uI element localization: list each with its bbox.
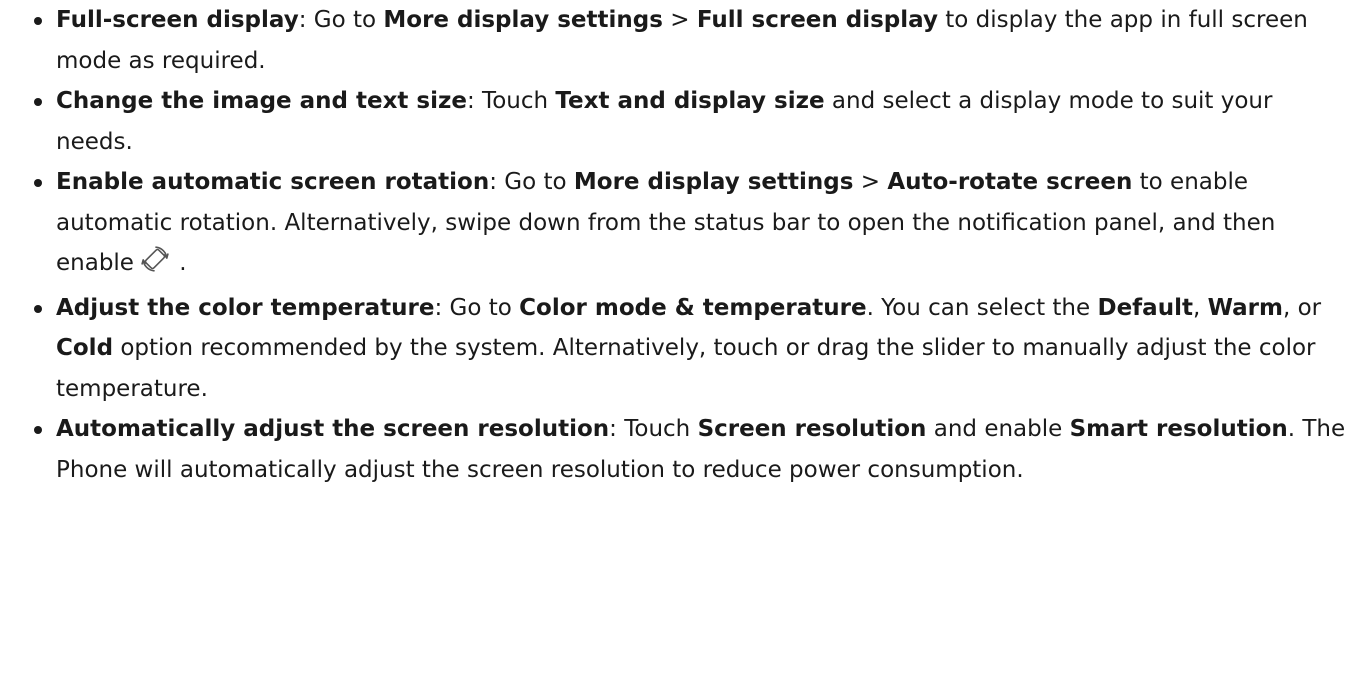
bullet-dot <box>34 98 42 106</box>
item-text: : Go to <box>434 294 520 321</box>
menu-path-more-display-settings: More display settings <box>573 169 854 195</box>
option-cold: Cold <box>56 335 114 361</box>
item-text: , or <box>1282 294 1322 321</box>
menu-path-color-mode-temperature: Color mode & temperature <box>519 294 867 321</box>
option-smart-resolution: Smart resolution <box>1069 416 1288 442</box>
item-title: Enable automatic screen rotation <box>56 169 490 195</box>
path-separator: > <box>853 169 888 195</box>
menu-path-text-and-display-size: Text and display size <box>555 88 825 114</box>
item-text: , <box>1192 294 1208 321</box>
menu-path-full-screen-display: Full screen display <box>696 7 938 33</box>
bullet-list: Full-screen display: Go to More display … <box>34 0 1370 490</box>
item-title: Change the image and text size <box>56 88 467 114</box>
item-text: : Touch <box>467 88 556 114</box>
item-text: option recommended by the system. Altern… <box>56 335 1316 402</box>
list-item-auto-rotation: Enable automatic screen rotation: Go to … <box>34 162 1354 288</box>
item-text: and enable <box>926 416 1070 442</box>
list-item-screen-resolution: Automatically adjust the screen resoluti… <box>34 409 1354 490</box>
document-page: Full-screen display: Go to More display … <box>0 0 1370 682</box>
auto-rotate-icon <box>140 244 170 288</box>
menu-path-screen-resolution: Screen resolution <box>697 416 927 442</box>
menu-path-more-display-settings: More display settings <box>383 7 663 33</box>
list-item-color-temperature: Adjust the color temperature: Go to Colo… <box>34 288 1354 410</box>
item-title: Automatically adjust the screen resoluti… <box>56 416 610 442</box>
item-text: : Go to <box>489 169 574 195</box>
list-item-full-screen-display: Full-screen display: Go to More display … <box>34 0 1354 81</box>
path-separator: > <box>662 7 697 33</box>
item-title: Adjust the color temperature <box>56 294 435 321</box>
bullet-dot <box>34 304 42 313</box>
item-text: : Go to <box>298 7 384 33</box>
item-text: . <box>171 250 187 276</box>
option-warm: Warm <box>1207 294 1283 321</box>
item-title: Full-screen display <box>56 7 299 33</box>
item-text: : Touch <box>609 416 698 442</box>
bullet-dot <box>34 17 42 25</box>
list-item-text-size: Change the image and text size: Touch Te… <box>34 81 1354 162</box>
option-default: Default <box>1097 294 1193 321</box>
bullet-dot <box>34 179 42 187</box>
item-text: . You can select the <box>866 294 1098 321</box>
menu-path-auto-rotate-screen: Auto-rotate screen <box>887 169 1133 195</box>
bullet-dot <box>34 426 42 434</box>
